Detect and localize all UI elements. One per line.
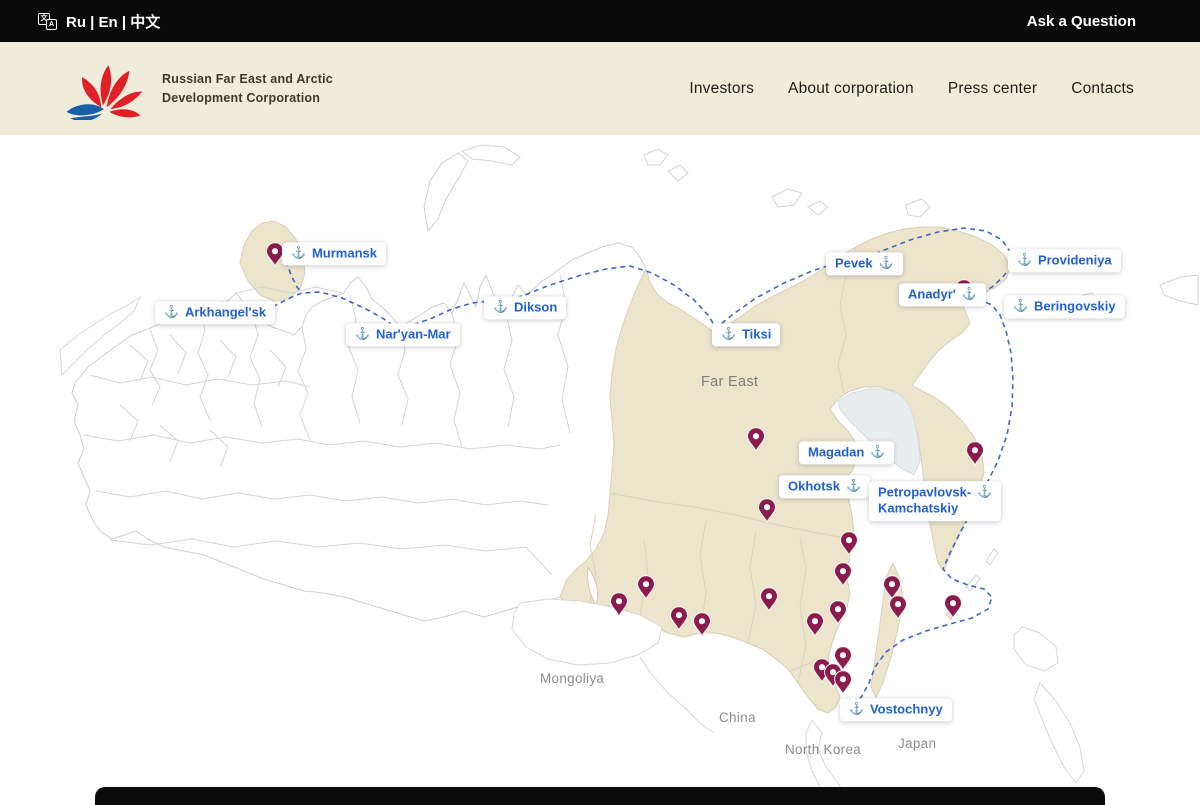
language-options[interactable]: Ru | En | 中文 <box>66 11 160 32</box>
topbar: 文 A Ru | En | 中文 Ask a Question <box>0 0 1200 42</box>
language-switcher[interactable]: 文 A Ru | En | 中文 <box>38 11 160 32</box>
port-label-provideniya[interactable]: ⚓ Provideniya <box>1008 249 1121 273</box>
nav-item-contacts[interactable]: Contacts <box>1071 80 1134 98</box>
port-label-text: Beringovskiy <box>1033 298 1116 314</box>
port-label-pevek[interactable]: Pevek ⚓ <box>826 252 903 276</box>
port-label-text: Tiksi <box>741 326 772 342</box>
port-label-beringovskiy[interactable]: ⚓ Beringovskiy <box>1004 295 1125 319</box>
country-label-mongoliya: Mongoliya <box>540 671 605 686</box>
port-label-vostochnyy[interactable]: ⚓ Vostochnyy <box>840 698 952 722</box>
anchor-icon: ⚓ <box>291 245 306 260</box>
anchor-icon: ⚓ <box>961 286 977 301</box>
port-label-arkhangelsk[interactable]: ⚓ Arkhangel'sk <box>155 301 276 325</box>
anchor-icon: ⚓ <box>355 326 370 341</box>
nav-item-press-center[interactable]: Press center <box>948 80 1037 98</box>
ask-a-question-link[interactable]: Ask a Question <box>1027 13 1136 30</box>
port-label-text: Arkhangel'sk <box>184 304 267 320</box>
nav-item-investors[interactable]: Investors <box>689 80 754 98</box>
footer-bar <box>95 787 1105 805</box>
anchor-icon: ⚓ <box>846 478 861 493</box>
port-label-murmansk[interactable]: ⚓ Murmansk <box>282 242 386 266</box>
country-label-north-korea: North Korea <box>785 742 862 757</box>
ports-map: Far East Mongoliya China North Korea Japan ⚓ M… <box>0 135 1200 805</box>
russia-map-svg <box>59 144 1199 805</box>
anchor-icon: ⚓ <box>870 444 886 459</box>
anchor-icon: ⚓ <box>977 484 993 499</box>
port-label-petropavlovsk-kamchatskiy[interactable]: Petropavlovsk- Kamchatskiy ⚓ <box>869 481 1002 521</box>
port-label-text: Anadyr' <box>908 286 956 302</box>
site-header: Russian Far East and Arctic Development … <box>0 42 1200 135</box>
anchor-icon: ⚓ <box>164 304 179 319</box>
port-label-text: Murmansk <box>311 245 377 261</box>
country-label-far-east: Far East <box>701 374 759 390</box>
country-label-japan: Japan <box>898 736 937 751</box>
port-label-text: Vostochnyy <box>869 701 943 717</box>
port-label-naryan-mar[interactable]: ⚓ Nar'yan-Mar <box>346 323 460 347</box>
anchor-icon: ⚓ <box>721 326 736 341</box>
logo-text-line2: Development Corporation <box>162 90 321 105</box>
port-label-text: Dikson <box>513 299 558 315</box>
logo-text: Russian Far East and Arctic Development … <box>162 70 333 106</box>
anchor-icon: ⚓ <box>878 255 894 270</box>
main-nav: Investors About corporation Press center Co… <box>689 80 1134 98</box>
port-label-text: Magadan <box>808 444 865 460</box>
country-label-china: China <box>719 710 756 725</box>
port-label-text: Okhotsk <box>788 478 841 494</box>
port-label-magadan[interactable]: Magadan ⚓ <box>799 441 895 465</box>
translate-icon: 文 A <box>38 12 57 30</box>
brand[interactable]: Russian Far East and Arctic Development … <box>64 58 333 120</box>
port-label-tiksi[interactable]: ⚓ Tiksi <box>712 323 781 347</box>
port-label-text: Provideniya <box>1037 252 1112 268</box>
anchor-icon: ⚓ <box>1013 298 1028 313</box>
translate-icon-front: A <box>46 18 57 30</box>
port-label-text: Nar'yan-Mar <box>375 326 451 342</box>
anchor-icon: ⚓ <box>1017 252 1032 267</box>
logo-text-line1: Russian Far East and Arctic <box>162 72 333 87</box>
anchor-icon: ⚓ <box>849 701 864 716</box>
port-label-anadyr[interactable]: Anadyr' ⚓ <box>899 283 986 307</box>
port-label-text: Pevek <box>835 255 873 271</box>
port-label-dikson[interactable]: ⚓ Dikson <box>484 296 567 320</box>
nav-item-about-corporation[interactable]: About corporation <box>788 80 914 98</box>
port-label-okhotsk[interactable]: Okhotsk ⚓ <box>779 475 870 499</box>
anchor-icon: ⚓ <box>493 299 508 314</box>
logo-flower-icon <box>66 64 142 120</box>
port-label-text: Petropavlovsk- Kamchatskiy <box>878 484 972 516</box>
